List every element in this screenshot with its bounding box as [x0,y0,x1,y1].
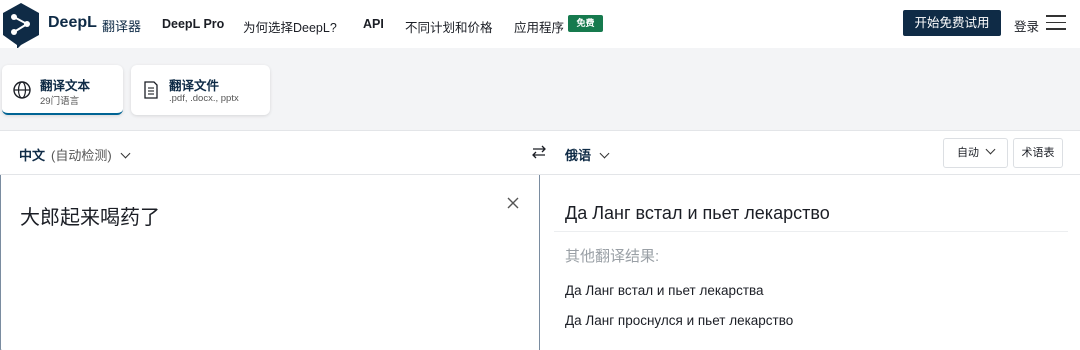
globe-icon [13,81,31,99]
alternative-translation[interactable]: Да Ланг встал и пьет лекарства [565,283,764,298]
deepl-logo-icon[interactable] [1,1,45,49]
tab-translate-text[interactable]: 翻译文本 29门语言 [2,65,123,115]
brand-subtitle[interactable]: 翻译器 [102,16,141,35]
start-free-trial-button[interactable]: 开始免费试用 [903,10,1001,36]
chevron-down-icon [985,144,996,155]
top-navigation: DeepL 翻译器 DeepL Pro 为何选择DeepL? API 不同计划和… [0,0,1080,49]
document-icon [144,81,158,99]
divider [554,231,1068,232]
close-icon[interactable] [506,196,520,210]
formality-dropdown[interactable]: 自动 [943,138,1008,168]
nav-why-deepl[interactable]: 为何选择DeepL? [243,17,337,36]
nav-api[interactable]: API [363,17,384,31]
source-language-selector[interactable]: 中文 (自动检测) [19,145,131,164]
tab-translate-text-subtitle: 29门语言 [40,96,80,107]
hamburger-menu-icon[interactable] [1046,15,1066,31]
translation-output-area: Да Ланг встал и пьет лекарство 其他翻译结果: Д… [540,175,1080,350]
brand-name[interactable]: DeepL [48,14,97,32]
formality-label: 自动 [957,147,979,159]
target-language-selector[interactable]: 俄语 [565,145,610,164]
login-link[interactable]: 登录 [1014,16,1039,35]
free-badge: 免费 [568,15,603,32]
source-text[interactable]: 大郎起来喝药了 [20,201,160,230]
auto-detect-label: (自动检测) [51,148,112,163]
glossary-button[interactable]: 术语表 [1013,138,1063,168]
tab-translate-files-subtitle: .pdf, .docx., pptx [169,93,239,104]
tab-translate-files-title: 翻译文件 [169,79,220,93]
chevron-down-icon [599,148,610,159]
translator-panel: 中文 (自动检测) 俄语 自动 术语表 大郎起来喝药了 Да Ланг встал… [0,130,1080,350]
target-language-label: 俄语 [565,148,592,163]
nav-apps[interactable]: 应用程序 [514,17,564,36]
mode-bar: 翻译文本 29门语言 翻译文件 .pdf, .docx., pptx [0,48,1080,130]
nav-pricing[interactable]: 不同计划和价格 [405,17,493,36]
chevron-down-icon [120,148,131,159]
swap-languages-icon[interactable] [530,143,548,161]
source-language-label: 中文 [19,148,46,163]
source-text-area[interactable]: 大郎起来喝药了 [0,175,540,350]
alternatives-heading: 其他翻译结果: [565,248,660,265]
tab-translate-files[interactable]: 翻译文件 .pdf, .docx., pptx [131,65,270,115]
tab-translate-text-title: 翻译文本 [40,79,91,93]
language-bar: 中文 (自动检测) 俄语 自动 术语表 [0,131,1080,175]
nav-deepl-pro[interactable]: DeepL Pro [162,17,224,31]
alternative-translation[interactable]: Да Ланг проснулся и пьет лекарство [565,313,793,328]
translation-result[interactable]: Да Ланг встал и пьет лекарство [565,203,830,224]
